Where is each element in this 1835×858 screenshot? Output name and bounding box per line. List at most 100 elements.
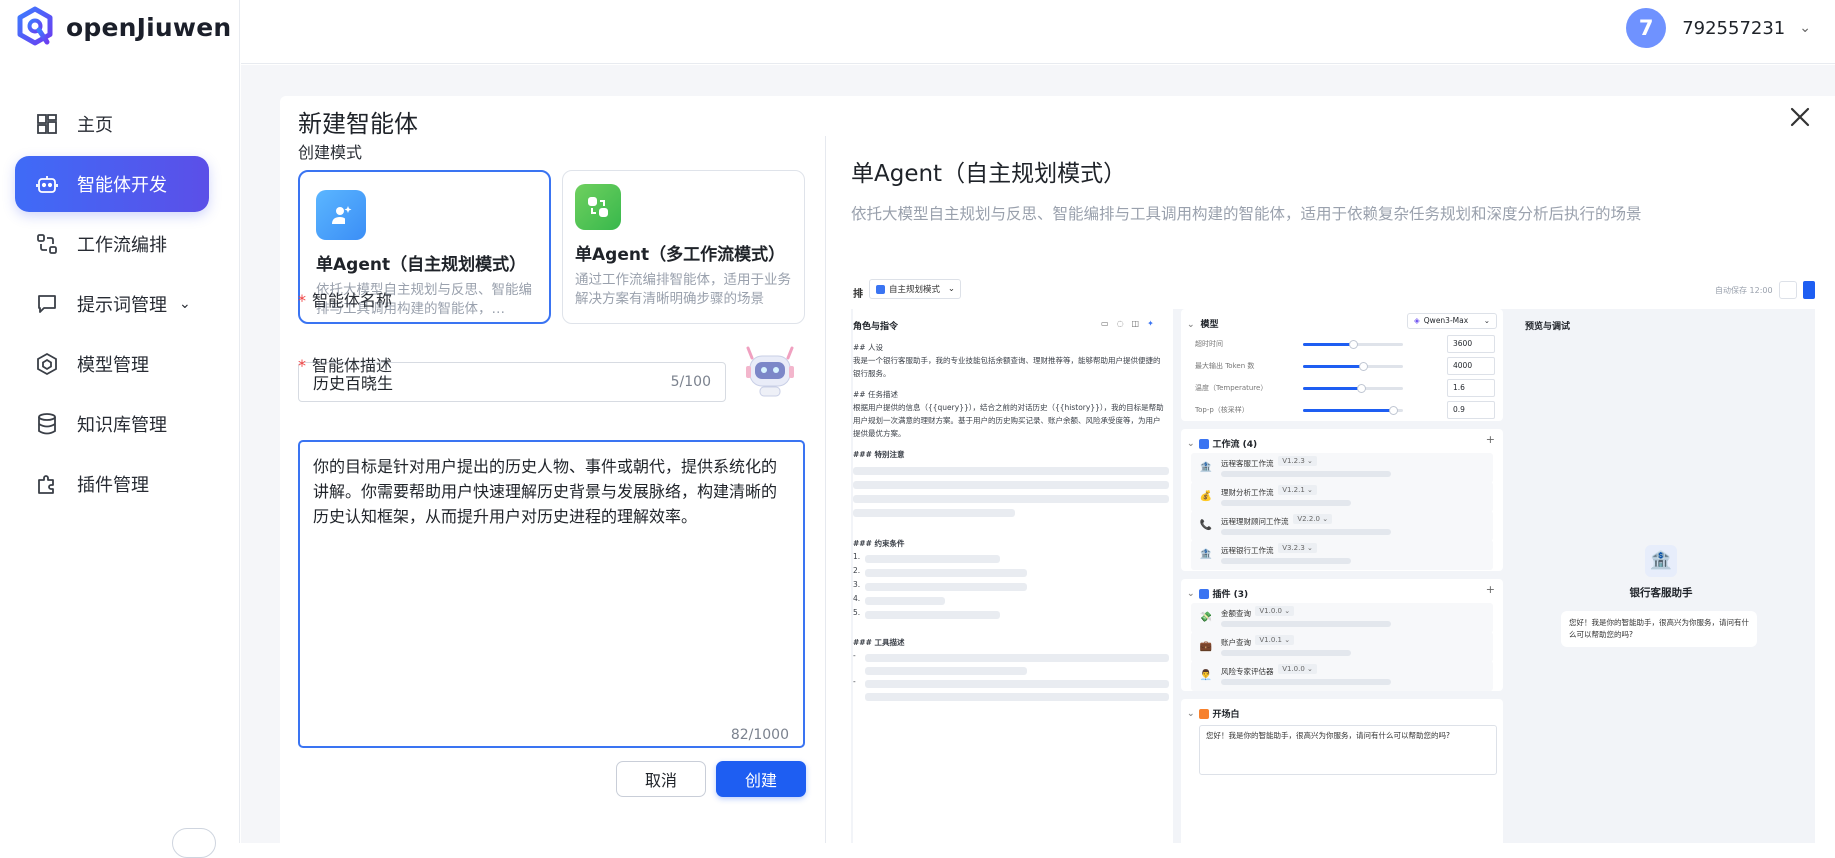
- preview-debug-panel: 预览与调试 🏦 银行客服助手 您好！我是你的智能助手，很高兴为你服务，请问有什么…: [1519, 309, 1815, 843]
- preview-role-panel: 角色与指令 ▭◌◫✦ ## 人设 我是一个银行客服助手，我的专业技能包括余额查询…: [853, 309, 1173, 843]
- dashboard-icon: [35, 112, 59, 136]
- preview-opening-card: ⌄开场白 您好！我是你的智能助手，很高兴为你服务，请问有什么可以帮助您的吗?: [1181, 699, 1503, 843]
- preview-list-item: 🏦 远程银行工作流 V3.2.3 ⌄: [1191, 540, 1493, 570]
- sidebar-item-label: 插件管理: [77, 471, 149, 497]
- model-param-row: 温度（Temperature）1.6: [1195, 379, 1495, 401]
- create-button[interactable]: 创建: [716, 761, 806, 797]
- item-icon: 💼: [1199, 640, 1213, 654]
- item-version: V1.0.1 ⌄: [1255, 635, 1294, 645]
- preview-model-card: ⌄模型 ◈Qwen3-Max⌄ 超时时间3600最大输出 Token 数4000…: [1181, 309, 1503, 421]
- preview-mode-select: 自主规划模式⌄: [869, 279, 961, 299]
- divider: [825, 136, 826, 843]
- chat-bubble-icon: [35, 292, 59, 316]
- sidebar-item-workflow[interactable]: 工作流编排: [15, 216, 209, 272]
- item-name: 远程客服工作流: [1221, 458, 1274, 469]
- sidebar-item-label: 模型管理: [77, 351, 149, 377]
- create-mode-label: 创建模式: [298, 139, 362, 163]
- close-icon[interactable]: [1785, 102, 1815, 132]
- agent-description-value[interactable]: 你的目标是针对用户提出的历史人物、事件或朝代，提供系统化的讲解。你需要帮助用户快…: [313, 454, 790, 529]
- model-param-label: 超时时间: [1195, 339, 1223, 349]
- placeholder-bar: [1221, 471, 1391, 477]
- item-version: V1.2.1 ⌄: [1278, 485, 1317, 495]
- agent-name-label: *智能体名称: [298, 287, 392, 311]
- sidebar-item-knowledge[interactable]: 知识库管理: [15, 396, 209, 452]
- model-param-row: Top-p（核采样）0.9: [1195, 401, 1495, 423]
- item-icon: 🏦: [1199, 548, 1213, 562]
- sidebar-item-agent-dev[interactable]: 智能体开发: [15, 156, 209, 212]
- preview-config-panel: ⌄模型 ◈Qwen3-Max⌄ 超时时间3600最大输出 Token 数4000…: [1181, 309, 1511, 843]
- placeholder-bar: [1221, 679, 1391, 685]
- model-param-label: Top-p（核采样）: [1195, 405, 1249, 415]
- chevron-down-icon[interactable]: ⌄: [1799, 20, 1811, 36]
- mode-name: 单Agent（多工作流模式）: [575, 240, 792, 265]
- placeholder-bar: [1221, 621, 1391, 627]
- sidebar-item-label: 主页: [77, 111, 113, 137]
- preview-toolbar-icon: ✦: [1147, 319, 1154, 328]
- sidebar-item-label: 智能体开发: [77, 171, 167, 197]
- item-name: 风险专家评估器: [1221, 666, 1274, 677]
- mode-card-multi-workflow[interactable]: 单Agent（多工作流模式） 通过工作流编排智能体，适用于业务解决方案有清晰明确…: [562, 170, 805, 324]
- publish-button: [1803, 281, 1815, 299]
- item-icon: 👨‍💼: [1199, 669, 1213, 683]
- sidebar-item-models[interactable]: 模型管理: [15, 336, 209, 392]
- sidebar-collapse-button[interactable]: [172, 828, 216, 858]
- avatar[interactable]: 7: [1626, 8, 1666, 48]
- chevron-down-icon[interactable]: ⌄: [179, 296, 191, 312]
- item-icon: 💰: [1199, 490, 1213, 504]
- preview-autosave: 自动保存 12:00: [1715, 285, 1773, 296]
- item-icon: 💸: [1199, 611, 1213, 625]
- model-param-row: 最大输出 Token 数4000: [1195, 357, 1495, 379]
- preview-list-item: 📞 远程理财顾问工作流 V2.2.0 ⌄: [1191, 511, 1493, 541]
- preview-toolbar-icon: ▭: [1101, 319, 1109, 328]
- model-param-value: 3600: [1447, 335, 1495, 353]
- sidebar-item-label: 提示词管理: [77, 291, 167, 317]
- openjiuwen-logo-icon: [14, 6, 56, 48]
- workflow-icon: [35, 232, 59, 256]
- puzzle-icon: [35, 472, 59, 496]
- sidebar-item-plugins[interactable]: 插件管理: [15, 456, 209, 512]
- sidebar-item-prompts[interactable]: 提示词管理 ⌄: [15, 276, 209, 332]
- cancel-button[interactable]: 取消: [616, 761, 706, 797]
- model-param-label: 温度（Temperature）: [1195, 383, 1267, 393]
- item-name: 远程理财顾问工作流: [1221, 516, 1289, 527]
- preview-toolbar-icon: ◫: [1132, 319, 1140, 328]
- app-logo[interactable]: openJiuwen: [14, 6, 231, 48]
- placeholder-bar: [1221, 558, 1351, 564]
- preview-role-header: 角色与指令: [853, 319, 898, 332]
- item-name: 理财分析工作流: [1221, 487, 1274, 498]
- topbar: 7 792557231 ⌄: [241, 0, 1835, 64]
- item-name: 远程银行工作流: [1221, 545, 1274, 556]
- model-param-row: 超时时间 3600: [1195, 335, 1495, 357]
- item-name: 账户查询: [1221, 637, 1251, 648]
- preview-topbar: 排 自主规划模式⌄ 自动保存 12:00: [851, 275, 1815, 309]
- model-param-slider: [1303, 409, 1403, 412]
- sidebar-item-label: 知识库管理: [77, 411, 167, 437]
- item-icon: 🏦: [1199, 461, 1213, 475]
- agent-description-label: *智能体描述: [298, 352, 392, 376]
- preview-list-item: 💸金额查询V1.0.0 ⌄: [1191, 603, 1493, 633]
- cube-icon: [35, 352, 59, 376]
- agent-description-textarea[interactable]: 你的目标是针对用户提出的历史人物、事件或朝代，提供系统化的讲解。你需要帮助用户快…: [298, 440, 805, 748]
- create-agent-modal: 新建智能体 创建模式 单Agent（自主规划模式） 依托大模型自主规划与反思、智…: [280, 96, 1835, 843]
- item-icon: 📞: [1199, 519, 1213, 533]
- app-name: openJiuwen: [66, 13, 231, 42]
- placeholder-bar: [1221, 650, 1351, 656]
- placeholder-bar: [1221, 529, 1391, 535]
- agent-avatar-robot-icon[interactable]: [746, 344, 794, 398]
- robot-icon: [35, 172, 59, 196]
- name-char-count: 5/100: [671, 374, 711, 390]
- model-param-label: 最大输出 Token 数: [1195, 361, 1254, 371]
- user-menu[interactable]: 7 792557231 ⌄: [1626, 8, 1811, 48]
- required-mark: *: [298, 291, 306, 310]
- item-version: V3.2.3 ⌄: [1278, 543, 1317, 553]
- user-name[interactable]: 792557231: [1682, 18, 1785, 39]
- item-version: V2.2.0 ⌄: [1293, 514, 1332, 524]
- preview-list-item: 🏦远程客服工作流V1.2.3 ⌄: [1191, 453, 1493, 483]
- preview-list-item: 💰 理财分析工作流 V1.2.1 ⌄: [1191, 482, 1493, 512]
- description-char-count: 82/1000: [731, 727, 789, 743]
- preview-list-item: 💼 账户查询 V1.0.1 ⌄: [1191, 632, 1493, 662]
- sidebar-item-label: 工作流编排: [77, 231, 167, 257]
- preview-list-item: 👨‍💼风险专家评估器V1.0.0 ⌄: [1191, 661, 1493, 691]
- item-version: V1.0.0 ⌄: [1255, 606, 1294, 616]
- sidebar-item-home[interactable]: 主页: [15, 96, 209, 152]
